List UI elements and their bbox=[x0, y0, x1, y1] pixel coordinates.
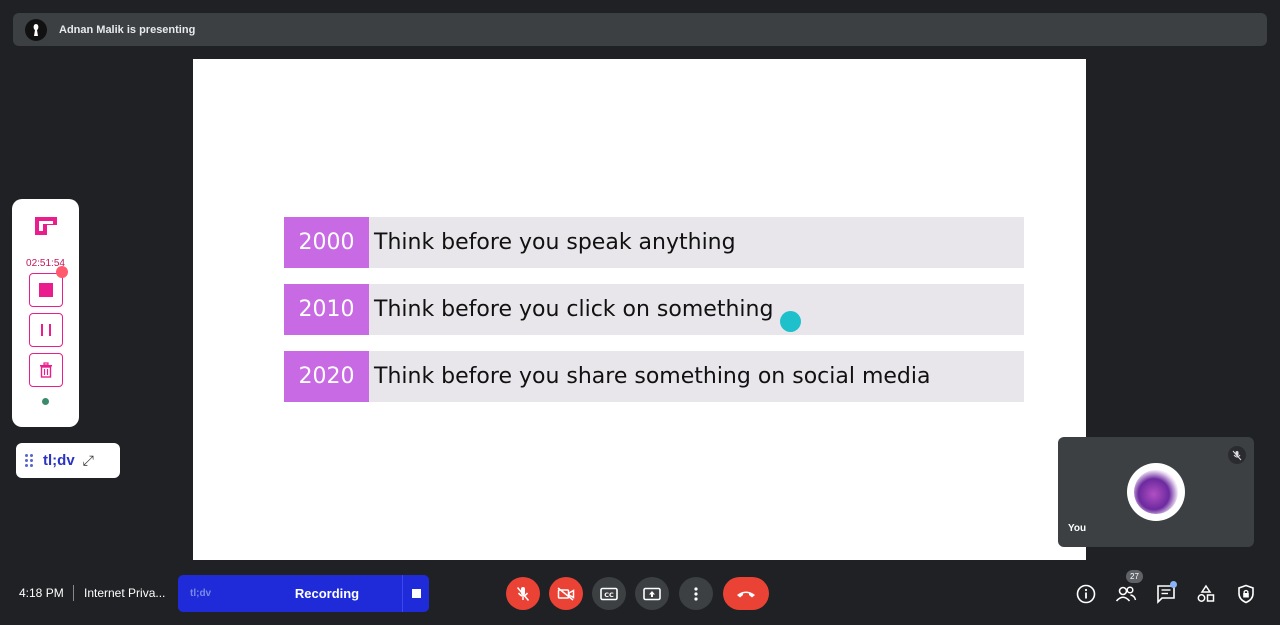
trash-icon bbox=[39, 362, 52, 378]
info-icon bbox=[1076, 584, 1096, 604]
recording-indicator-dot bbox=[55, 266, 68, 278]
row-year: 2010 bbox=[284, 284, 369, 335]
self-video-tile[interactable]: You bbox=[1058, 437, 1254, 547]
meeting-title: Internet Priva... bbox=[84, 586, 166, 600]
recording-label: Recording bbox=[294, 586, 360, 601]
expand-icon[interactable]: ⤢ bbox=[83, 452, 94, 469]
presenter-label: Adnan Malik is presenting bbox=[59, 23, 196, 36]
activities-icon bbox=[1197, 584, 1215, 602]
tldv-brand: tl;dv bbox=[43, 452, 75, 469]
recording-brand: tl;dv bbox=[190, 588, 212, 599]
shield-lock-icon bbox=[1238, 584, 1254, 604]
stop-icon bbox=[38, 283, 53, 297]
pause-recording-button[interactable] bbox=[28, 313, 63, 347]
muted-mic-icon bbox=[1228, 446, 1246, 464]
shared-slide: 2000 Think before you speak anything 201… bbox=[193, 59, 1086, 560]
cursor-highlight bbox=[780, 311, 801, 332]
svg-text:CC: CC bbox=[604, 591, 614, 599]
people-icon bbox=[1115, 586, 1137, 602]
row-text: Think before you share something on soci… bbox=[374, 364, 931, 389]
tldv-logo-icon bbox=[34, 217, 57, 235]
self-name-label: You bbox=[1068, 523, 1087, 534]
recording-bar: tl;dv Recording bbox=[178, 575, 429, 612]
stop-recording-button[interactable] bbox=[28, 266, 68, 307]
host-controls-button[interactable] bbox=[1234, 582, 1258, 606]
unread-indicator bbox=[1170, 581, 1177, 588]
participant-count-badge: 27 bbox=[1126, 570, 1143, 583]
stop-icon bbox=[411, 589, 421, 598]
people-button[interactable] bbox=[1114, 582, 1138, 606]
pause-icon bbox=[40, 324, 51, 336]
present-screen-button[interactable] bbox=[635, 577, 669, 610]
camera-toggle-button[interactable] bbox=[549, 577, 583, 610]
row-text: Think before you click on something bbox=[374, 297, 774, 322]
hang-up-icon bbox=[737, 591, 755, 597]
camera-off-icon bbox=[557, 586, 575, 601]
closed-captions-icon: CC bbox=[600, 587, 618, 600]
delete-recording-button[interactable] bbox=[28, 353, 63, 387]
drag-handle-icon[interactable] bbox=[25, 454, 33, 467]
present-icon bbox=[643, 587, 661, 600]
more-options-button[interactable] bbox=[679, 577, 713, 610]
clock: 4:18 PM bbox=[19, 586, 64, 600]
presenter-avatar bbox=[25, 18, 47, 41]
slide-row: 2000 Think before you speak anything bbox=[284, 217, 1024, 268]
meeting-details-button[interactable] bbox=[1074, 582, 1098, 606]
activities-button[interactable] bbox=[1194, 582, 1218, 606]
row-year: 2000 bbox=[284, 217, 369, 268]
microphone-toggle-button[interactable] bbox=[506, 577, 540, 610]
mic-off-icon bbox=[516, 586, 530, 601]
stop-recording-bar-button[interactable] bbox=[403, 575, 429, 612]
leave-call-button[interactable] bbox=[723, 577, 769, 610]
divider bbox=[73, 585, 74, 601]
recorder-widget: 02:51:54 bbox=[12, 199, 79, 427]
more-vert-icon bbox=[694, 586, 698, 601]
tldv-extension-handle[interactable]: tl;dv ⤢ bbox=[16, 443, 120, 478]
presenter-banner: Adnan Malik is presenting bbox=[13, 13, 1267, 46]
avatar-image bbox=[1134, 470, 1178, 514]
row-text: Think before you speak anything bbox=[374, 230, 736, 255]
captions-button[interactable]: CC bbox=[592, 577, 626, 610]
row-year: 2020 bbox=[284, 351, 369, 402]
presenter-icon bbox=[33, 23, 39, 36]
slide-row: 2010 Think before you click on something bbox=[284, 284, 1024, 335]
avatar bbox=[1127, 463, 1185, 521]
slide-row: 2020 Think before you share something on… bbox=[284, 351, 1024, 402]
status-dot bbox=[42, 398, 49, 405]
